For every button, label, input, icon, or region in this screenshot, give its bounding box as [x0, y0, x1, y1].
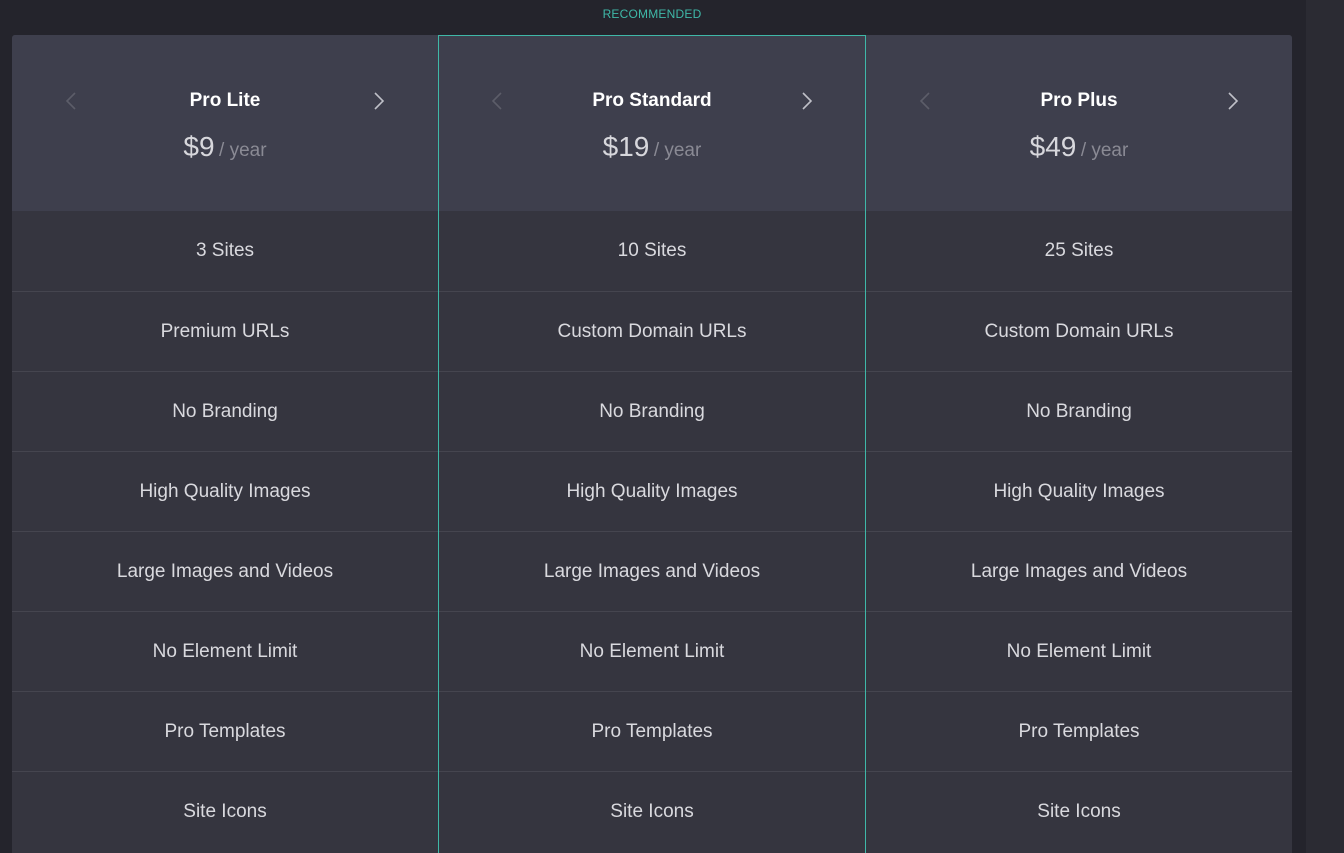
plan-price-line: $9 / year — [12, 131, 438, 163]
plan-header: Pro Plus $49 / year — [866, 35, 1292, 211]
chevron-right-icon[interactable] — [366, 89, 390, 113]
plan-price-line: $49 / year — [866, 131, 1292, 163]
feature-item: High Quality Images — [438, 451, 866, 531]
plan-column-pro-plus: Pro Plus $49 / year 25 Sites Custom Doma… — [866, 35, 1292, 853]
feature-item: 3 Sites — [195, 240, 255, 261]
feature-item: Pro Templates — [438, 691, 866, 771]
feature-item: Pro Templates — [12, 691, 438, 771]
feature-item: No Element Limit — [438, 611, 866, 691]
feature-item: Premium URLs — [12, 291, 438, 371]
feature-list: 10 Sites Custom Domain URLs No Branding … — [438, 211, 866, 851]
plan-price-line: $19 / year — [438, 131, 866, 163]
chevron-right-icon[interactable] — [794, 89, 818, 113]
feature-item: No Branding — [866, 371, 1292, 451]
feature-item: 10 Sites — [617, 240, 687, 261]
feature-item: Large Images and Videos — [12, 531, 438, 611]
feature-item: No Element Limit — [12, 611, 438, 691]
feature-item: Site Icons — [866, 771, 1292, 851]
feature-item: 25 Sites — [1044, 240, 1114, 261]
plan-price: $49 — [1029, 131, 1077, 162]
plan-period: / year — [219, 140, 267, 161]
feature-item: Site Icons — [12, 771, 438, 851]
pricing-page: RECOMMENDED Pro Lite $9 / year 3 Sites P… — [0, 0, 1344, 853]
feature-item: No Branding — [438, 371, 866, 451]
feature-item: Site Icons — [438, 771, 866, 851]
feature-item: Large Images and Videos — [438, 531, 866, 611]
plan-column-pro-standard: Pro Standard $19 / year 10 Sites Custom … — [438, 35, 866, 853]
recommended-label: RECOMMENDED — [602, 7, 702, 21]
feature-item: No Branding — [12, 371, 438, 451]
feature-item: Large Images and Videos — [866, 531, 1292, 611]
feature-item: Pro Templates — [866, 691, 1292, 771]
plan-header: Pro Lite $9 / year — [12, 35, 438, 211]
plan-price: $19 — [602, 131, 650, 162]
plan-period: / year — [1080, 140, 1129, 161]
feature-item: Custom Domain URLs — [438, 291, 866, 371]
chevron-right-icon[interactable] — [1220, 89, 1244, 113]
scrollbar-track[interactable] — [1306, 0, 1344, 853]
feature-list: 25 Sites Custom Domain URLs No Branding … — [866, 211, 1292, 851]
feature-item: No Element Limit — [866, 611, 1292, 691]
feature-item: High Quality Images — [866, 451, 1292, 531]
feature-item: Custom Domain URLs — [866, 291, 1292, 371]
feature-list: 3 Sites Premium URLs No Branding High Qu… — [12, 211, 438, 851]
plan-column-pro-lite: Pro Lite $9 / year 3 Sites Premium URLs … — [12, 35, 438, 853]
pricing-table: Pro Lite $9 / year 3 Sites Premium URLs … — [12, 35, 1292, 853]
plan-header: Pro Standard $19 / year — [438, 35, 866, 211]
plan-price: $9 — [183, 131, 215, 162]
feature-item: High Quality Images — [12, 451, 438, 531]
plan-period: / year — [653, 140, 702, 161]
